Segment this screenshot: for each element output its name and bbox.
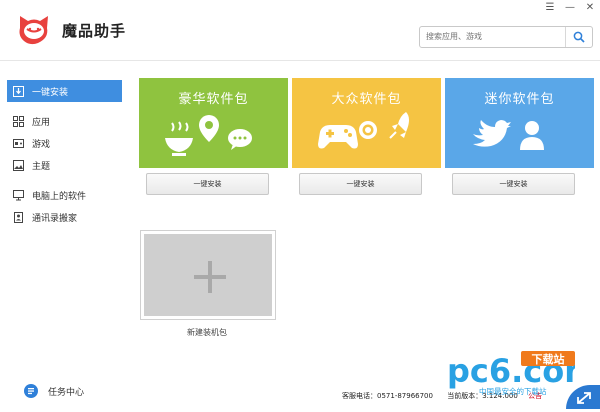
sidebar-item-games[interactable]: 游戏 xyxy=(7,132,122,154)
app-logo xyxy=(19,16,48,45)
task-center-label: 任务中心 xyxy=(48,387,85,398)
sidebar: 一键安装 应用 游戏 主题 电脑上的软件 通讯录搬家 xyxy=(7,80,122,228)
watermark-slogan: 中国最安全的下载站 xyxy=(479,386,547,396)
sidebar-item-contacts-move[interactable]: 通讯录搬家 xyxy=(7,206,122,228)
minimize-icon[interactable]: — xyxy=(564,2,576,14)
sidebar-item-apps[interactable]: 应用 xyxy=(7,110,122,132)
watermark-badge: 下载站 xyxy=(532,352,565,366)
download-box-icon xyxy=(13,85,24,97)
sidebar-item-label: 主题 xyxy=(32,161,51,172)
header-divider xyxy=(0,60,600,61)
monitor-icon xyxy=(13,189,24,201)
expand-arrows-icon xyxy=(577,392,591,404)
search-icon xyxy=(573,31,585,43)
sidebar-item-label: 电脑上的软件 xyxy=(32,191,87,202)
plus-icon xyxy=(208,261,212,293)
sidebar-item-label: 通讯录搬家 xyxy=(32,213,78,224)
sidebar-item-one-click-install[interactable]: 一键安装 xyxy=(7,80,122,102)
package-title: 豪华软件包 xyxy=(178,92,249,107)
package-card-luxury[interactable]: 豪华软件包 xyxy=(139,78,288,168)
pc6-watermark-logo: pc6.com 下载站 中国最安全的下载站 xyxy=(447,351,575,396)
search-input[interactable] xyxy=(420,27,566,45)
sidebar-item-label: 一键安装 xyxy=(32,87,69,98)
hotline-text: 客服电话：0571-87966700 xyxy=(342,392,433,400)
expand-corner-button[interactable] xyxy=(566,385,600,409)
package-title: 大众软件包 xyxy=(331,92,402,107)
gamepad-icon xyxy=(13,138,24,149)
task-list-icon xyxy=(24,384,38,398)
package-card-popular[interactable]: 大众软件包 xyxy=(292,78,441,168)
close-icon[interactable]: ✕ xyxy=(584,2,596,14)
new-package-label: 新建装机包 xyxy=(187,328,227,337)
search-button[interactable] xyxy=(565,27,592,47)
install-button-mini[interactable]: 一键安装 xyxy=(452,173,575,195)
app-title: 魔品助手 xyxy=(62,22,127,40)
sidebar-item-label: 游戏 xyxy=(32,139,51,150)
sidebar-item-themes[interactable]: 主题 xyxy=(7,154,122,176)
task-center-button[interactable]: 任务中心 xyxy=(24,384,84,398)
sidebar-item-pc-software[interactable]: 电脑上的软件 xyxy=(7,184,122,206)
sidebar-item-label: 应用 xyxy=(32,117,51,128)
contacts-icon xyxy=(13,211,24,223)
image-icon xyxy=(13,159,24,171)
coin-icon xyxy=(359,121,377,139)
install-button-luxury[interactable]: 一键安装 xyxy=(146,173,269,195)
package-title: 迷你软件包 xyxy=(484,92,555,107)
window-controls: ☰ — ✕ xyxy=(544,2,596,14)
menu-icon[interactable]: ☰ xyxy=(544,2,556,14)
new-package-card[interactable] xyxy=(140,230,276,320)
grid-icon xyxy=(13,115,24,127)
search-box xyxy=(419,26,593,48)
package-card-mini[interactable]: 迷你软件包 xyxy=(445,78,594,168)
install-button-popular[interactable]: 一键安装 xyxy=(299,173,422,195)
